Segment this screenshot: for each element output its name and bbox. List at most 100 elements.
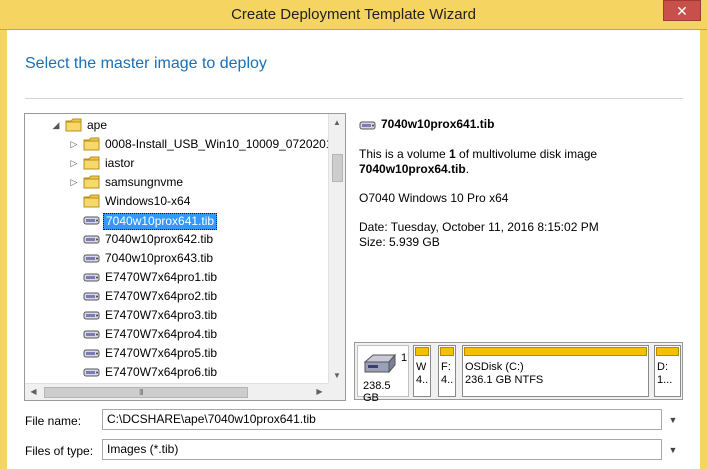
scroll-right-button[interactable]: ▶ <box>311 384 328 400</box>
tib-image-icon <box>83 308 101 322</box>
expand-arrow-icon[interactable]: ▷ <box>69 157 79 169</box>
tib-image-icon <box>83 289 101 303</box>
partition-size: 1... <box>657 374 673 386</box>
tree-folder-item[interactable]: Windows10-x64 <box>25 192 330 211</box>
tib-image-icon <box>359 119 377 134</box>
tree-item-label: E7470W7x64pro1.tib <box>105 270 218 284</box>
disk-summary: 1 238.5 GB <box>357 345 409 404</box>
title-bar: Create Deployment Template Wizard ✕ <box>0 0 707 30</box>
partition-usage-bar <box>656 347 679 356</box>
scroll-down-button[interactable]: ▼ <box>329 367 345 384</box>
window-frame-left <box>0 30 7 469</box>
tree-item-label: samsungnvme <box>105 175 184 189</box>
partition-size: 236.1 GB NTFS <box>465 374 544 386</box>
image-size: Size: 5.939 GB <box>359 235 440 249</box>
folder-icon <box>83 137 101 151</box>
image-name-row: 7040w10prox641.tib <box>359 117 689 135</box>
partition-label: OSDisk (C:) <box>465 361 524 373</box>
desc-prefix: This is a volume <box>359 147 450 161</box>
folder-icon <box>65 118 83 132</box>
image-comment: O7040 Windows 10 Pro x64 <box>359 191 509 205</box>
tree-item-label: E7470W7x64pro3.tib <box>105 308 218 322</box>
partition-label: F: <box>441 361 451 373</box>
scroll-corner <box>328 383 345 400</box>
image-date: Date: Tuesday, October 11, 2016 8:15:02 … <box>359 220 599 234</box>
tree-folder-item[interactable]: ▷ samsungnvme <box>25 173 330 192</box>
file-type-dropdown-arrow[interactable]: ▼ <box>667 445 679 455</box>
tree-item-label: 7040w10prox643.tib <box>105 251 214 265</box>
tib-image-icon <box>83 327 101 341</box>
partition-label: D: <box>657 361 668 373</box>
file-name-input[interactable]: C:\DCSHARE\ape\7040w10prox641.tib <box>102 409 662 430</box>
tree-vertical-scrollbar[interactable]: ▲ ▼ <box>328 114 345 384</box>
file-type-label: Files of type: <box>25 444 94 458</box>
tree-item-label: 7040w10prox641.tib <box>103 213 218 230</box>
tree-file-item[interactable]: 7040w10prox641.tib <box>25 211 330 230</box>
tree-item-label: 0008-Install_USB_Win10_10009_0720201 <box>105 137 333 151</box>
tree-folder-item[interactable]: ▷ 0008-Install_USB_Win10_10009_0720201 <box>25 135 333 154</box>
tree-file-item[interactable]: E7470W7x64pro4.tib <box>25 325 330 344</box>
file-name-label: File name: <box>25 414 82 428</box>
tree-folder-item[interactable]: ◢ ape <box>25 116 330 135</box>
partition-size: 4.. <box>441 374 454 386</box>
tree-file-item[interactable]: E7470W7x64pro6.tib <box>25 363 330 382</box>
tree-file-item[interactable]: E7470W7x64pro5.tib <box>25 344 330 363</box>
horizontal-scroll-thumb[interactable]: III <box>44 387 248 398</box>
tree-item-label: E7470W7x64pro2.tib <box>105 289 218 303</box>
window-frame-right <box>700 30 707 469</box>
folder-tree[interactable]: ◢ ape ▷ 0008-Install_USB_Win10_10009_072020… <box>24 113 346 401</box>
tree-folder-item[interactable]: ▷ iastor <box>25 154 330 173</box>
partition-label: W <box>416 361 427 373</box>
expand-arrow-icon[interactable]: ▷ <box>69 138 79 150</box>
image-file-name: 7040w10prox641.tib <box>381 117 495 131</box>
desc-middle: of multivolume disk image <box>455 147 598 161</box>
partition-usage-bar <box>415 347 429 356</box>
vertical-scroll-thumb[interactable] <box>332 154 343 182</box>
tree-file-item[interactable]: 7040w10prox642.tib <box>25 230 330 249</box>
wizard-client-area: Select the master image to deploy ◢ ape ▷ 0… <box>7 31 700 469</box>
disk-size: 238.5 GB <box>363 380 391 404</box>
tree-file-item[interactable]: E7470W7x64pro2.tib <box>25 287 330 306</box>
tib-image-icon <box>83 232 101 246</box>
tree-file-item[interactable]: E7470W7x64pro3.tib <box>25 306 330 325</box>
multivolume-image-name: 7040w10prox64.tib <box>359 162 466 176</box>
expand-arrow-icon[interactable]: ▷ <box>69 176 79 188</box>
image-info-panel: 7040w10prox641.tib This is a volume 1 of… <box>359 117 689 250</box>
file-name-dropdown-arrow[interactable]: ▼ <box>667 415 679 425</box>
scroll-up-button[interactable]: ▲ <box>329 114 345 131</box>
desc-suffix: . <box>465 162 470 176</box>
tib-image-icon <box>83 365 101 379</box>
hard-disk-icon <box>363 352 397 379</box>
tree-item-label: 7040w10prox642.tib <box>105 232 214 246</box>
folder-icon <box>83 194 101 208</box>
tree-item-label: E7470W7x64pro6.tib <box>105 365 218 379</box>
tib-image-icon <box>83 213 101 227</box>
scroll-grip: III <box>139 388 144 397</box>
tree-item-label: E7470W7x64pro5.tib <box>105 346 218 360</box>
partition-2[interactable]: F: 4.. <box>438 345 456 397</box>
collapse-arrow-icon[interactable]: ◢ <box>51 119 61 131</box>
volume-description: This is a volume 1 of multivolume disk i… <box>359 147 689 177</box>
page-heading: Select the master image to deploy <box>25 55 267 72</box>
tree-item-label: iastor <box>105 156 135 170</box>
close-button[interactable]: ✕ <box>663 0 701 21</box>
partition-os-disk[interactable]: OSDisk (C:) 236.1 GB NTFS <box>462 345 649 397</box>
tree-horizontal-scrollbar[interactable]: ◀ III ▶ <box>25 383 345 400</box>
file-type-select[interactable]: Images (*.tib) <box>102 439 662 460</box>
disk-map: 1 238.5 GB W 4.. F: 4.. OSDisk (C:) 236.… <box>354 342 683 404</box>
volume-number: 1 <box>449 147 456 161</box>
tib-image-icon <box>83 346 101 360</box>
folder-icon <box>83 175 101 189</box>
tib-image-icon <box>83 251 101 265</box>
partition-size: 4.. <box>416 374 429 386</box>
window-title: Create Deployment Template Wizard <box>231 6 476 23</box>
partition-1[interactable]: W 4.. <box>413 345 431 397</box>
partition-usage-bar <box>464 347 647 356</box>
tib-image-icon <box>83 270 101 284</box>
tree-file-item[interactable]: 7040w10prox643.tib <box>25 249 330 268</box>
scroll-left-button[interactable]: ◀ <box>25 384 42 400</box>
tree-file-item[interactable]: E7470W7x64pro1.tib <box>25 268 330 287</box>
partition-4[interactable]: D: 1... <box>654 345 681 397</box>
partition-usage-bar <box>440 347 454 356</box>
tree-item-label: E7470W7x64pro4.tib <box>105 327 218 341</box>
